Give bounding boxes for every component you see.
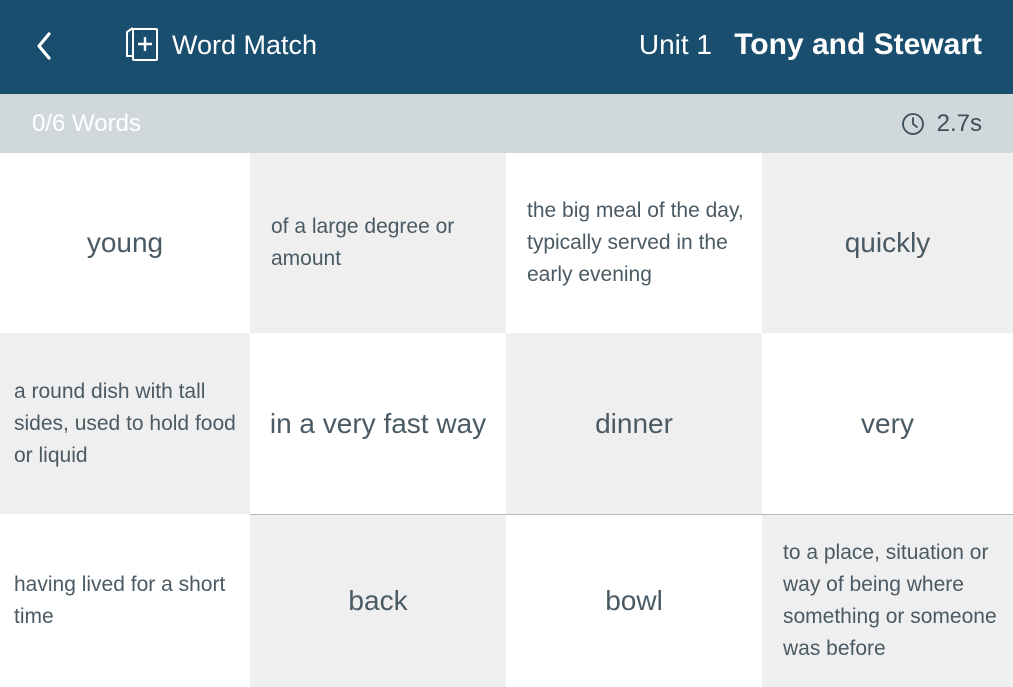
app-title: Word Match [172,30,318,60]
card-word[interactable]: very [762,333,1013,514]
card-word[interactable]: bowl [506,515,762,687]
lesson-title: Tony and Stewart [734,28,982,61]
timer: 2.7s [901,108,982,140]
match-grid: young of a large degree or amount the bi… [0,153,1013,687]
card-word[interactable]: in a very fast way [250,333,506,514]
card-word[interactable]: back [250,515,506,687]
card-definition[interactable]: the big meal of the day, typically serve… [506,153,762,333]
card-definition[interactable]: having lived for a short time [0,515,250,687]
status-bar: 0/6 Words 2.7s [0,94,1013,153]
timer-value: 2.7s [936,110,982,137]
card-definition[interactable]: to a place, situation or way of being wh… [762,515,1013,687]
chevron-left-icon [37,32,51,60]
clock-icon [901,113,924,135]
card-definition[interactable]: a round dish with tall sides, used to ho… [0,333,250,514]
back-button[interactable] [26,26,62,66]
card-word[interactable]: quickly [762,153,1013,333]
row-divider [250,514,1013,515]
word-count: 0/6 Words [32,110,141,137]
card-definition[interactable]: of a large degree or amount [250,153,506,333]
add-card-icon [126,27,158,61]
card-word[interactable]: young [0,153,250,333]
unit-label: Unit 1 [638,29,712,60]
card-word[interactable]: dinner [506,333,762,514]
app-header: Word Match Unit 1 Tony and Stewart [0,0,1013,94]
